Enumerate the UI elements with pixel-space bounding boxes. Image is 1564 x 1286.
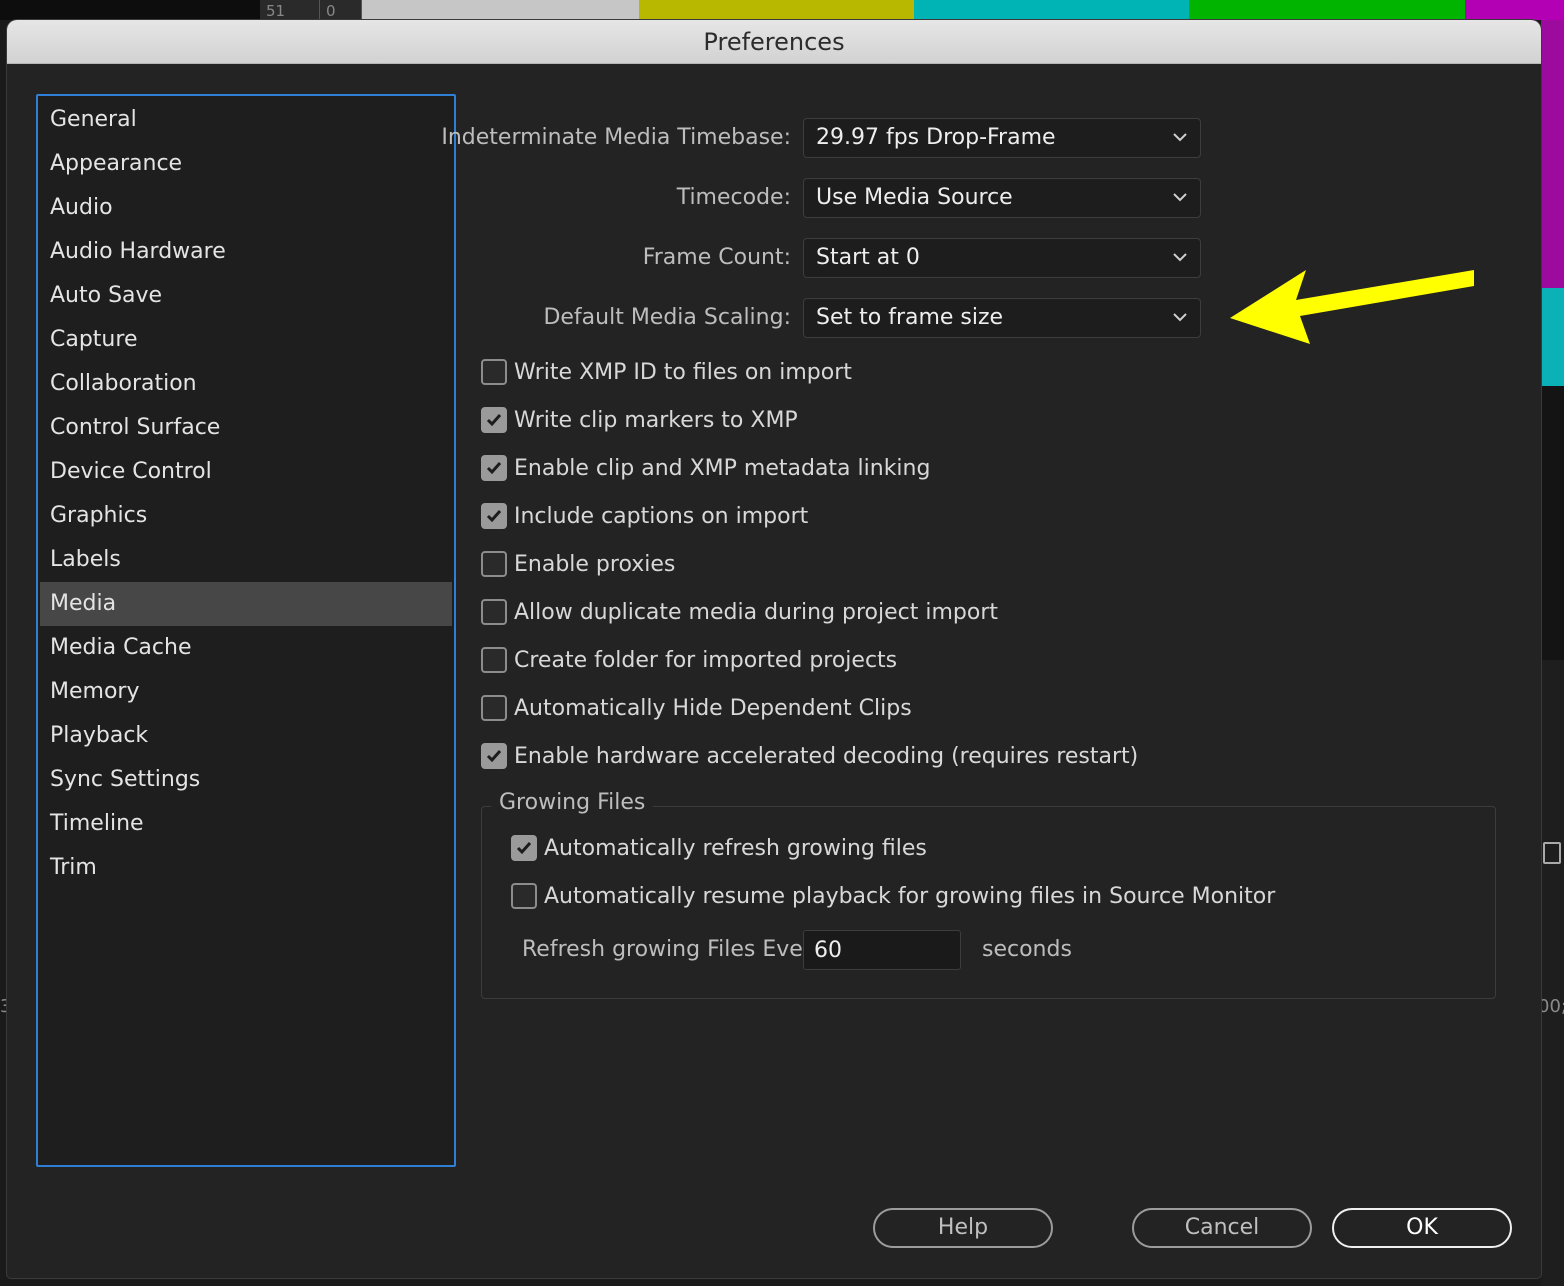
chevron-down-icon (1173, 133, 1187, 142)
media-scaling-label: Default Media Scaling: (543, 305, 791, 330)
checkbox-row-refresh-growing[interactable]: Automatically refresh growing files (511, 831, 927, 865)
timebase-select[interactable]: 29.97 fps Drop-Frame (803, 118, 1201, 158)
cancel-button[interactable]: Cancel (1132, 1208, 1312, 1248)
background-color-bar (1541, 288, 1564, 386)
background-right-panel (1541, 660, 1564, 1286)
media-scaling-value: Set to frame size (816, 305, 1004, 330)
annotation-arrow-icon (1230, 270, 1474, 344)
color-bar (362, 0, 639, 20)
checkbox-label: Enable hardware accelerated decoding (re… (514, 743, 1139, 769)
checkbox-row-resume-playback[interactable]: Automatically resume playback for growin… (511, 879, 1275, 913)
checkbox-label: Write clip markers to XMP (514, 407, 798, 433)
checkbox-row-enable-proxies[interactable]: Enable proxies (481, 547, 675, 581)
checkbox-label: Allow duplicate media during project imp… (514, 599, 999, 625)
checkbox-unchecked[interactable] (481, 359, 507, 385)
background-timecode: 00; (1538, 996, 1564, 1017)
sidebar-item-device-control[interactable]: Device Control (40, 450, 452, 494)
refresh-interval-input[interactable] (803, 930, 961, 970)
sidebar-item-media[interactable]: Media (40, 582, 452, 626)
frame-count-select[interactable]: Start at 0 (803, 238, 1201, 278)
frame-count-label: Frame Count: (642, 245, 791, 270)
checkbox-row-create-folder[interactable]: Create folder for imported projects (481, 643, 897, 677)
checkbox-unchecked[interactable] (481, 551, 507, 577)
color-bar (639, 0, 914, 20)
sidebar-item-timeline[interactable]: Timeline (40, 802, 452, 846)
media-scaling-select[interactable]: Set to frame size (803, 298, 1201, 338)
sidebar-item-memory[interactable]: Memory (40, 670, 452, 714)
background-ruler-label: 0 (320, 0, 362, 20)
chevron-down-icon (1173, 253, 1187, 262)
checkbox-row-write-clip-markers[interactable]: Write clip markers to XMP (481, 403, 798, 437)
checkmark-icon (486, 462, 502, 475)
color-bar (1189, 0, 1465, 20)
timebase-value: 29.97 fps Drop-Frame (816, 125, 1056, 150)
checkmark-icon (486, 510, 502, 523)
growing-files-title: Growing Files (491, 790, 654, 815)
sidebar-item-control-surface[interactable]: Control Surface (40, 406, 452, 450)
background-color-bars (362, 0, 1564, 20)
sidebar-item-trim[interactable]: Trim (40, 846, 452, 890)
dialog-title: Preferences (7, 20, 1541, 64)
timecode-value: Use Media Source (816, 185, 1013, 210)
checkbox-label: Create folder for imported projects (514, 647, 898, 673)
frame-count-value: Start at 0 (816, 245, 920, 270)
checkbox-checked[interactable] (481, 503, 507, 529)
checkmark-icon (486, 414, 502, 427)
color-bar (1465, 0, 1564, 20)
sidebar-item-media-cache[interactable]: Media Cache (40, 626, 452, 670)
checkbox-label: Automatically refresh growing files (544, 835, 927, 861)
checkbox-row-write-xmp-id[interactable]: Write XMP ID to files on import (481, 355, 852, 389)
checkbox-label: Write XMP ID to files on import (514, 359, 852, 385)
refresh-interval-unit: seconds (982, 937, 1072, 962)
checkbox-checked[interactable] (481, 455, 507, 481)
checkmark-icon (486, 750, 502, 763)
timebase-label: Indeterminate Media Timebase: (441, 125, 791, 150)
sidebar-item-collaboration[interactable]: Collaboration (40, 362, 452, 406)
checkbox-checked[interactable] (481, 743, 507, 769)
checkbox-label: Enable clip and XMP metadata linking (514, 455, 931, 481)
checkbox-label: Automatically resume playback for growin… (544, 883, 1276, 909)
checkbox-label: Automatically Hide Dependent Clips (514, 695, 912, 721)
checkbox-unchecked[interactable] (511, 883, 537, 909)
checkbox-label: Enable proxies (514, 551, 676, 577)
checkbox-unchecked[interactable] (481, 599, 507, 625)
checkmark-icon (516, 842, 532, 855)
checkbox-checked[interactable] (481, 407, 507, 433)
checkbox-unchecked[interactable] (481, 647, 507, 673)
checkbox-row-hardware-decoding[interactable]: Enable hardware accelerated decoding (re… (481, 739, 1138, 773)
checkbox-row-include-captions[interactable]: Include captions on import (481, 499, 808, 533)
preferences-dialog: Preferences General Appearance Audio Aud… (7, 20, 1541, 1278)
sidebar-item-labels[interactable]: Labels (40, 538, 452, 582)
sidebar-item-graphics[interactable]: Graphics (40, 494, 452, 538)
checkbox-row-hide-dependent-clips[interactable]: Automatically Hide Dependent Clips (481, 691, 912, 725)
checkbox-row-allow-duplicate-media[interactable]: Allow duplicate media during project imp… (481, 595, 998, 629)
refresh-interval-label: Refresh growing Files Every (522, 937, 825, 962)
background-ruler-label: 51 (260, 0, 320, 20)
checkbox-unchecked[interactable] (481, 695, 507, 721)
color-bar (914, 0, 1189, 20)
chevron-down-icon (1173, 313, 1187, 322)
help-button[interactable]: Help (873, 1208, 1053, 1248)
checkbox-checked[interactable] (511, 835, 537, 861)
background-color-bar (1541, 20, 1564, 288)
sidebar-item-playback[interactable]: Playback (40, 714, 452, 758)
timecode-label: Timecode: (676, 185, 791, 210)
chevron-down-icon (1173, 193, 1187, 202)
checkbox-label: Include captions on import (514, 503, 809, 529)
ok-button[interactable]: OK (1332, 1208, 1512, 1248)
background-export-icon (1543, 842, 1561, 864)
sidebar-item-sync-settings[interactable]: Sync Settings (40, 758, 452, 802)
checkbox-row-metadata-linking[interactable]: Enable clip and XMP metadata linking (481, 451, 930, 485)
timecode-select[interactable]: Use Media Source (803, 178, 1201, 218)
